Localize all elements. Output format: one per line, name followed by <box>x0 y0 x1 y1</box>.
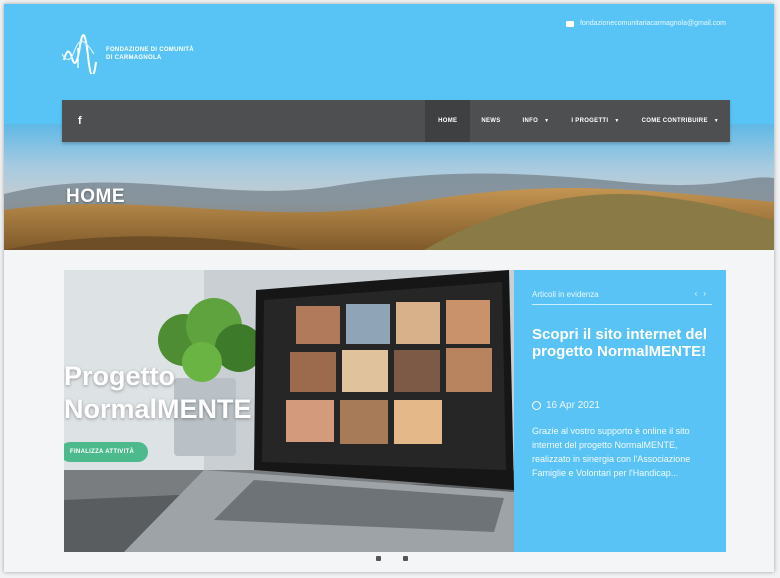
logo-line-2: DI CARMAGNOLA <box>106 55 162 61</box>
chevron-down-icon: ▼ <box>713 118 719 124</box>
news-date: 16 Apr 2021 <box>532 400 600 411</box>
page-title: HOME <box>66 186 125 207</box>
slide-title: Progetto NormalMENTE <box>64 361 252 424</box>
news-excerpt: Grazie al vostro supporto è online il si… <box>532 426 691 478</box>
site-logo[interactable]: FONDAZIONE DI COMUNITÀ DI CARMAGNOLA <box>60 34 194 74</box>
logo-line-1: FONDAZIONE DI COMUNITÀ <box>106 47 194 53</box>
contact-email[interactable]: fondazionecomunitariacarmagnola@gmail.co… <box>565 20 726 27</box>
next-arrow-icon[interactable]: › <box>703 289 712 298</box>
news-title[interactable]: Scopri il sito internet del progetto Nor… <box>532 326 712 360</box>
wave-logo-icon <box>61 34 97 74</box>
image-slider[interactable]: Progetto NormalMENTE FINALIZZA ATTIVITÀ <box>64 270 514 552</box>
nav-item-progetti[interactable]: I PROGETTI ▼ <box>560 100 630 142</box>
slider-dot[interactable] <box>403 556 408 561</box>
chevron-down-icon: ▼ <box>544 118 550 124</box>
nav-item-news[interactable]: NEWS <box>470 100 511 142</box>
clock-icon <box>532 401 541 410</box>
main-navigation: f HOME NEWS INFO ▼ I PROGETTI ▼ COME CONTR… <box>62 100 730 142</box>
nav-item-home[interactable]: HOME <box>425 100 471 142</box>
nav-item-contribuire[interactable]: COME CONTRIBUIRE ▼ <box>631 100 730 142</box>
news-heading: Articoli in evidenza ‹› <box>532 289 712 305</box>
featured-news-panel: Articoli in evidenza ‹› Scopri il sito i… <box>514 270 726 552</box>
mail-icon <box>565 20 574 27</box>
chevron-down-icon: ▼ <box>614 118 620 124</box>
nav-item-info[interactable]: INFO ▼ <box>512 100 561 142</box>
slider-pagination <box>376 556 408 561</box>
slide-cta-button[interactable]: FINALIZZA ATTIVITÀ <box>64 442 149 462</box>
email-text[interactable]: fondazionecomunitariacarmagnola@gmail.co… <box>580 20 726 27</box>
facebook-icon[interactable]: f <box>78 115 88 127</box>
slider-dot[interactable] <box>376 556 381 561</box>
browser-page: fondazionecomunitariacarmagnola@gmail.co… <box>4 4 774 572</box>
